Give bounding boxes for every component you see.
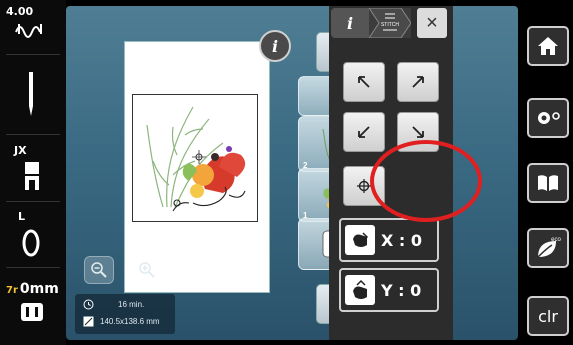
stitch-offset-value: 0mm — [19, 281, 59, 297]
x-offset-label: X : 0 — [381, 230, 423, 250]
home-icon — [538, 37, 558, 55]
tension-icon — [13, 20, 47, 45]
gear-icon — [538, 112, 560, 124]
clear-button[interactable]: clr — [527, 296, 569, 336]
zoom-in-icon — [139, 262, 155, 278]
stitch-time: 16 min. — [118, 300, 145, 309]
tab-stitch[interactable]: STITCH — [368, 7, 412, 39]
design-info-panel: 16 min. 140.5x138.6 mm — [75, 294, 175, 334]
arrow-down-right-icon — [412, 126, 424, 138]
arrow-up-right-icon — [412, 76, 424, 88]
info-button[interactable]: i — [259, 30, 291, 62]
home-button[interactable] — [527, 26, 569, 66]
stitch-offset[interactable]: 7r 0mm — [6, 278, 59, 297]
zoom-in-button[interactable] — [132, 256, 162, 284]
move-vertical-control[interactable]: Y : 0 — [339, 268, 439, 312]
stitch-offset-prefix: 7r — [6, 285, 18, 296]
arrow-down-left-icon — [358, 126, 370, 138]
eco-label: eco — [551, 237, 561, 243]
move-up-right-button[interactable] — [397, 62, 439, 102]
hoop-icon[interactable] — [20, 302, 44, 327]
stitch-tab-icon: STITCH — [368, 7, 412, 39]
tutorial-button[interactable] — [527, 163, 569, 203]
clock-icon — [83, 299, 94, 310]
stitch-tab-label: STITCH — [381, 22, 399, 28]
book-icon — [538, 175, 558, 191]
move-down-left-button[interactable] — [343, 112, 385, 152]
leaf-icon: eco — [537, 237, 561, 258]
move-horizontal-control[interactable]: X : 0 — [339, 218, 439, 262]
hand-horizontal-icon — [345, 225, 375, 255]
design-size: 140.5x138.6 mm — [100, 317, 160, 326]
presser-foot-label: JX — [14, 144, 27, 157]
bobbin-icon[interactable] — [20, 228, 42, 263]
hand-vertical-icon — [345, 275, 375, 305]
arrow-up-left-icon — [358, 76, 370, 88]
system-sidebar: eco clr — [518, 0, 573, 345]
close-button[interactable]: × — [417, 8, 447, 38]
presser-foot-icon[interactable] — [22, 162, 42, 197]
zoom-out-icon — [91, 262, 107, 278]
bobbin-label: L — [18, 210, 26, 223]
highlight-ring-annotation — [370, 140, 482, 222]
thread-tension-value[interactable]: 4.00 — [6, 5, 33, 18]
embroidery-design-preview — [146, 106, 246, 212]
status-sidebar: 4.00 JX L 7r 0mm — [0, 0, 66, 345]
embroidery-hoop-area[interactable] — [132, 94, 258, 222]
settings-button[interactable] — [527, 98, 569, 138]
zoom-out-button[interactable] — [84, 256, 114, 284]
move-up-left-button[interactable] — [343, 62, 385, 102]
needle-icon[interactable] — [24, 72, 38, 121]
design-size-icon — [83, 316, 94, 327]
eco-mode-button[interactable]: eco — [527, 228, 569, 268]
tab-info[interactable]: i — [331, 8, 369, 38]
y-offset-label: Y : 0 — [381, 280, 422, 300]
